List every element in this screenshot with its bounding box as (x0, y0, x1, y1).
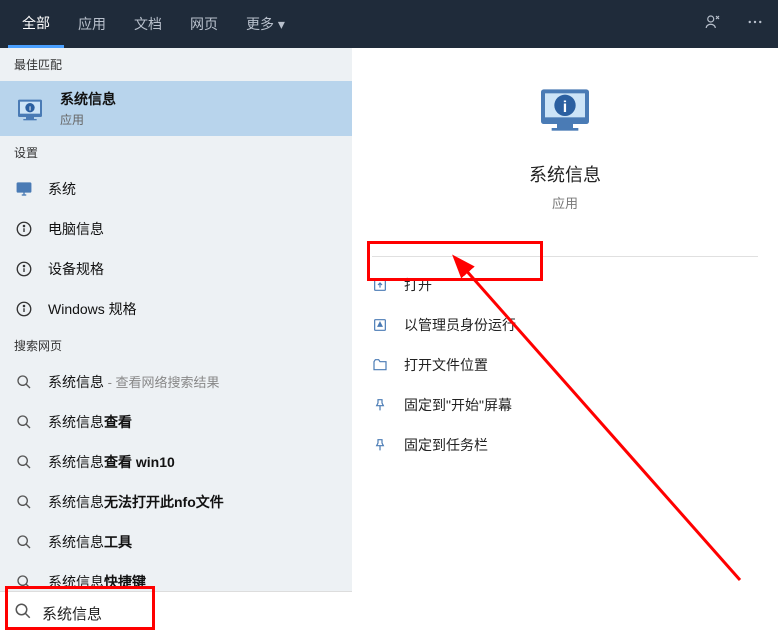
pin-icon (372, 437, 390, 453)
svg-text:i: i (29, 105, 31, 112)
admin-icon (372, 317, 390, 333)
divider (372, 256, 758, 257)
action-label: 打开 (404, 275, 432, 295)
best-match-result[interactable]: i 系统信息 应用 (0, 81, 352, 136)
search-icon (14, 372, 34, 392)
tab-docs[interactable]: 文档 (120, 0, 176, 48)
pin-icon (372, 397, 390, 413)
action-label: 打开文件位置 (404, 355, 488, 375)
web-result-title: 系统信息工具 (48, 532, 338, 552)
web-result-title: 系统信息查看 (48, 412, 338, 432)
system-info-app-icon: i (14, 93, 46, 125)
web-result-item[interactable]: 系统信息无法打开此nfo文件 (0, 482, 352, 522)
search-icon (14, 602, 32, 625)
action-admin[interactable]: 以管理员身份运行 (352, 305, 778, 345)
settings-item-title: Windows 规格 (48, 299, 338, 319)
tab-web[interactable]: 网页 (176, 0, 232, 48)
web-result-item[interactable]: 系统信息查看 win10 (0, 442, 352, 482)
search-icon (14, 492, 34, 512)
search-icon (14, 452, 34, 472)
action-label: 固定到任务栏 (404, 435, 488, 455)
settings-item[interactable]: 系统 (0, 169, 352, 209)
web-result-title: 系统信息无法打开此nfo文件 (48, 492, 338, 512)
tab-apps[interactable]: 应用 (64, 0, 120, 48)
monitor-icon (14, 179, 34, 199)
search-input[interactable] (42, 605, 338, 622)
info-icon (14, 219, 34, 239)
web-result-title: 系统信息快捷键 (48, 572, 338, 592)
web-result-item[interactable]: 系统信息查看 (0, 402, 352, 442)
search-icon (14, 412, 34, 432)
info-icon (14, 299, 34, 319)
web-result-title: 系统信息 - 查看网络搜索结果 (48, 372, 338, 392)
more-options-icon[interactable] (740, 7, 770, 42)
web-result-item[interactable]: 系统信息工具 (0, 522, 352, 562)
action-open[interactable]: 打开 (352, 265, 778, 305)
action-label: 以管理员身份运行 (404, 315, 516, 335)
search-bar (0, 591, 352, 635)
best-match-subtitle: 应用 (60, 111, 338, 128)
folder-icon (372, 357, 390, 373)
section-best-match: 最佳匹配 (0, 48, 352, 81)
search-icon (14, 532, 34, 552)
settings-item[interactable]: Windows 规格 (0, 289, 352, 329)
action-pin[interactable]: 固定到"开始"屏幕 (352, 385, 778, 425)
settings-item-title: 电脑信息 (48, 219, 338, 239)
main-content: 最佳匹配 i 系统信息 应用 设置 系统电脑信息设备规格 Windows 规格 搜… (0, 48, 778, 635)
preview-panel: i 系统信息 应用 打开以管理员身份运行打开文件位置固定到"开始"屏幕固定到任务… (352, 48, 778, 635)
results-panel: 最佳匹配 i 系统信息 应用 设置 系统电脑信息设备规格 Windows 规格 搜… (0, 48, 352, 635)
section-web: 搜索网页 (0, 329, 352, 362)
settings-item[interactable]: 设备规格 (0, 249, 352, 289)
best-match-title: 系统信息 (60, 89, 338, 109)
settings-item-title: 系统 (48, 179, 338, 199)
feedback-icon[interactable] (698, 7, 728, 42)
settings-item[interactable]: 电脑信息 (0, 209, 352, 249)
preview-title: 系统信息 (372, 161, 758, 187)
preview-app-icon: i (372, 76, 758, 145)
action-folder[interactable]: 打开文件位置 (352, 345, 778, 385)
tab-more[interactable]: 更多 ▾ (232, 0, 299, 48)
search-header: 全部 应用 文档 网页 更多 ▾ (0, 0, 778, 48)
action-pin[interactable]: 固定到任务栏 (352, 425, 778, 465)
web-result-item[interactable]: 系统信息 - 查看网络搜索结果 (0, 362, 352, 402)
action-label: 固定到"开始"屏幕 (404, 395, 512, 415)
search-icon (14, 572, 34, 592)
svg-text:i: i (563, 99, 567, 116)
section-settings: 设置 (0, 136, 352, 169)
info-icon (14, 259, 34, 279)
tab-all[interactable]: 全部 (8, 0, 64, 48)
preview-subtitle: 应用 (372, 193, 758, 212)
open-icon (372, 277, 390, 293)
settings-item-title: 设备规格 (48, 259, 338, 279)
web-result-title: 系统信息查看 win10 (48, 452, 338, 472)
